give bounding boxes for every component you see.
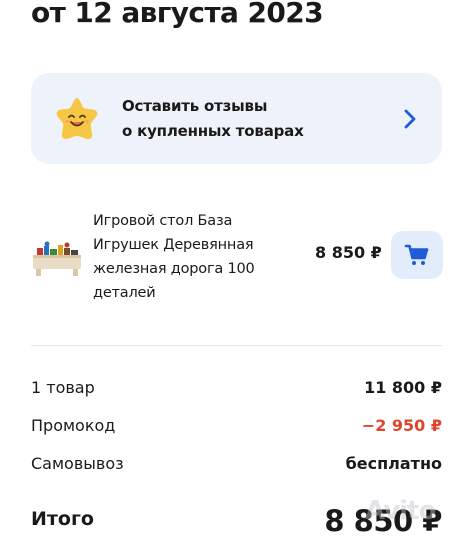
product-name[interactable]: Игровой стол База Игрушек Деревянная жел… — [93, 209, 278, 305]
review-prompt-text: Оставить отзывы о купленных товарах — [122, 94, 304, 144]
product-price: 8 850 ₽ — [315, 243, 382, 262]
summary-total-row: Итого 8 850 ₽ — [31, 504, 442, 538]
pickup-value: бесплатно — [345, 454, 442, 473]
summary-promo-row: Промокод −2 950 ₽ — [31, 416, 442, 440]
product-item[interactable]: Игровой стол База Игрушек Деревянная жел… — [31, 209, 443, 305]
add-to-cart-button[interactable] — [391, 231, 443, 279]
summary-items-row: 1 товар 11 800 ₽ — [31, 378, 442, 402]
pickup-label: Самовывоз — [31, 454, 124, 473]
smiling-star-icon — [53, 95, 101, 143]
cart-icon — [404, 244, 429, 265]
promo-discount-value: −2 950 ₽ — [361, 416, 442, 435]
page-title: от 12 августа 2023 — [31, 0, 324, 29]
summary-pickup-row: Самовывоз бесплатно — [31, 454, 442, 478]
product-thumbnail[interactable] — [31, 235, 83, 279]
items-count-label: 1 товар — [31, 378, 95, 397]
promo-label: Промокод — [31, 416, 116, 435]
review-prompt-line2: о купленных товарах — [122, 122, 304, 140]
review-prompt-card[interactable]: Оставить отзывы о купленных товарах — [31, 73, 442, 164]
total-label: Итого — [31, 508, 94, 530]
chevron-right-icon[interactable] — [402, 107, 418, 131]
items-subtotal-value: 11 800 ₽ — [364, 378, 442, 397]
divider — [31, 345, 442, 346]
total-value: 8 850 ₽ — [324, 504, 442, 538]
review-prompt-line1: Оставить отзывы — [122, 97, 268, 115]
